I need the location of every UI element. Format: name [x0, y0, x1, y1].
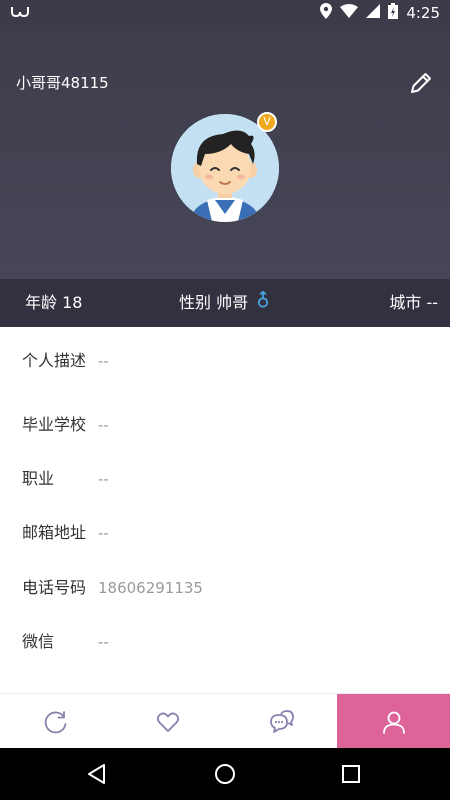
detail-value: 18606291135 — [98, 579, 203, 597]
location-icon — [320, 3, 333, 23]
detail-row-email[interactable]: 邮箱地址 -- — [0, 506, 450, 560]
detail-label: 微信 — [22, 632, 55, 651]
clock-time: 4:25 — [406, 4, 440, 22]
male-icon — [257, 280, 269, 328]
status-bar: 4:25 — [0, 0, 450, 26]
tab-favorites[interactable] — [112, 694, 224, 749]
heart-icon — [156, 712, 180, 732]
username: 小哥哥48115 — [16, 74, 109, 92]
wifi-icon — [340, 4, 359, 22]
back-button[interactable] — [84, 760, 112, 788]
city-stat: 城市 -- — [389, 293, 438, 312]
home-icon — [215, 764, 235, 784]
vip-badge: V — [257, 112, 277, 132]
recents-button[interactable] — [337, 760, 365, 788]
avatar[interactable]: V — [171, 112, 279, 222]
gender-text: 性别 帅哥 — [179, 293, 249, 312]
detail-value: -- — [98, 633, 109, 651]
pencil-icon — [411, 73, 431, 93]
detail-row-phone[interactable]: 电话号码 18606291135 — [0, 561, 450, 615]
detail-label: 个人描述 — [22, 351, 87, 370]
recents-icon — [342, 765, 360, 783]
tab-messages[interactable] — [225, 694, 337, 749]
app-notification-icon — [10, 4, 30, 22]
chat-bubbles-icon — [270, 709, 294, 733]
system-navigation-bar — [0, 748, 450, 800]
detail-row-school[interactable]: 毕业学校 -- — [0, 398, 450, 452]
bottom-tab-bar — [0, 693, 450, 749]
detail-value: -- — [98, 470, 109, 488]
detail-value: -- — [98, 416, 109, 434]
age-stat: 年龄 18 — [25, 293, 83, 312]
home-button[interactable] — [211, 760, 239, 788]
back-icon — [88, 764, 105, 784]
edit-profile-button[interactable] — [406, 68, 436, 98]
profile-header: 小哥哥48115 V — [0, 26, 450, 279]
detail-label: 职业 — [22, 469, 55, 488]
tab-discover[interactable] — [0, 694, 112, 749]
detail-row-occupation[interactable]: 职业 -- — [0, 452, 450, 506]
refresh-circle-icon — [44, 710, 67, 733]
detail-row-description[interactable]: 个人描述 -- — [0, 334, 450, 388]
user-icon — [382, 711, 405, 734]
detail-label: 电话号码 — [22, 578, 87, 597]
gender-stat: 性别 帅哥 — [179, 279, 269, 327]
detail-value: -- — [98, 524, 109, 542]
detail-value: -- — [98, 352, 109, 370]
detail-label: 邮箱地址 — [22, 523, 87, 542]
profile-details-list: 个人描述 -- 毕业学校 -- 职业 -- 邮箱地址 -- 电话号码 18606… — [0, 327, 450, 693]
detail-label: 毕业学校 — [22, 415, 87, 434]
battery-charging-icon — [388, 3, 399, 23]
profile-stats-bar: 年龄 18 性别 帅哥 城市 -- — [0, 279, 450, 327]
detail-row-wechat[interactable]: 微信 -- — [0, 615, 450, 669]
signal-icon — [366, 4, 381, 22]
tab-profile[interactable] — [337, 694, 450, 749]
